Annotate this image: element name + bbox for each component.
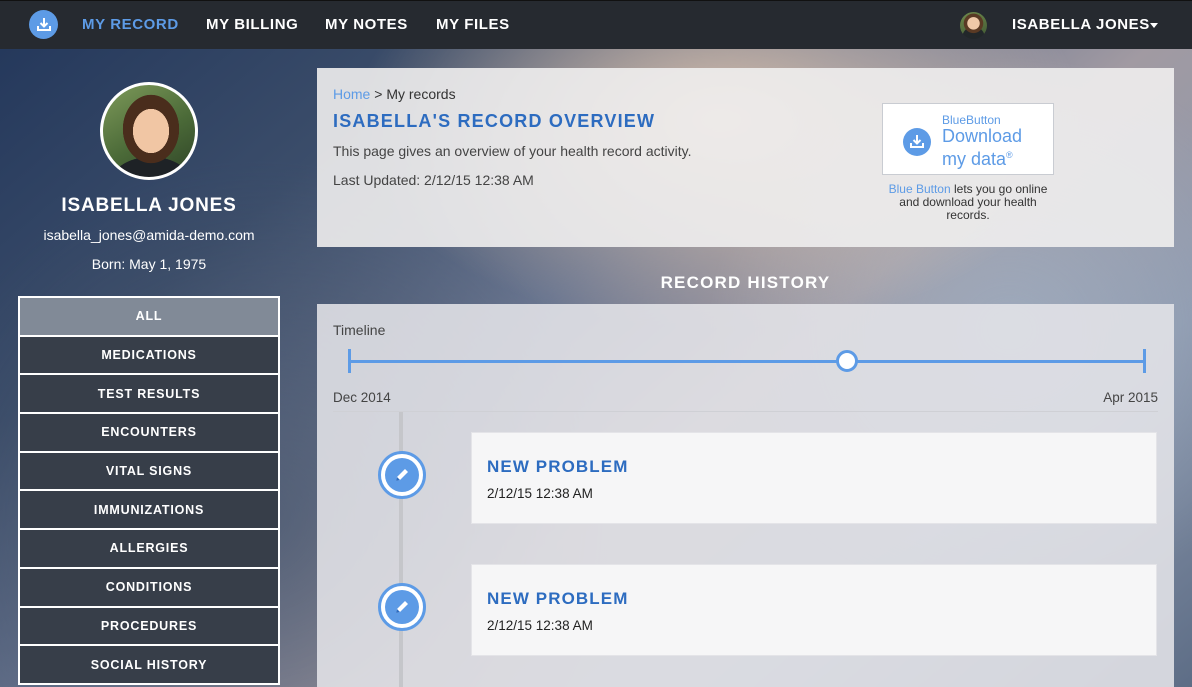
menu-item-test-results[interactable]: TEST RESULTS xyxy=(20,375,278,413)
menu-item-allergies[interactable]: ALLERGIES xyxy=(20,530,278,567)
menu-item-vital-signs[interactable]: VITAL SIGNS xyxy=(20,452,278,490)
menu-item-social-history[interactable]: SOCIAL HISTORY xyxy=(20,646,278,683)
breadcrumb-current: My records xyxy=(386,86,456,102)
profile-born-date: Born: May 1, 1975 xyxy=(91,256,207,272)
download-circle-icon[interactable] xyxy=(29,10,58,39)
user-menu-name[interactable]: ISABELLA JONES xyxy=(1012,16,1150,33)
event-date: 2/12/15 12:38 AM xyxy=(487,618,593,633)
page-description: This page gives an overview of your heal… xyxy=(333,143,692,159)
timeline-start-date: Dec 2014 xyxy=(333,390,391,405)
record-category-menu: ALL MEDICATIONS TEST RESULTS ENCOUNTERS … xyxy=(18,296,280,685)
menu-item-all[interactable]: ALL xyxy=(20,298,278,335)
event-marker xyxy=(378,583,426,631)
user-avatar[interactable] xyxy=(960,12,987,39)
timeline-label: Timeline xyxy=(333,322,386,338)
record-history-title: RECORD HISTORY xyxy=(660,273,831,292)
nav-link-my-notes[interactable]: MY NOTES xyxy=(325,16,408,33)
breadcrumb-home-link[interactable]: Home xyxy=(333,86,370,102)
last-updated-text: Last Updated: 2/12/15 12:38 AM xyxy=(333,172,534,188)
bluebutton-title-line2: my data xyxy=(942,149,1007,169)
pencil-icon xyxy=(385,590,419,624)
profile-photo xyxy=(100,82,198,180)
bluebutton-title: Download my data® xyxy=(942,127,1022,169)
record-history-panel: Timeline Dec 2014 Apr 2015 NEW PROBLEM 2… xyxy=(317,304,1174,687)
menu-item-conditions[interactable]: CONDITIONS xyxy=(20,568,278,606)
breadcrumb-separator: > xyxy=(370,86,387,102)
event-title: NEW PROBLEM xyxy=(487,589,629,608)
timeline-slider-end-cap xyxy=(1143,349,1146,373)
nav-link-my-record[interactable]: MY RECORD xyxy=(82,16,179,33)
timeline-slider-start-cap xyxy=(348,349,351,373)
menu-item-immunizations[interactable]: IMMUNIZATIONS xyxy=(20,491,278,529)
event-card[interactable]: NEW PROBLEM 2/12/15 12:38 AM xyxy=(471,432,1157,524)
bluebutton-link[interactable]: Blue Button xyxy=(889,182,951,196)
pencil-icon xyxy=(385,458,419,492)
menu-item-procedures[interactable]: PROCEDURES xyxy=(20,607,278,645)
menu-item-medications[interactable]: MEDICATIONS xyxy=(20,336,278,374)
timeline-end-date: Apr 2015 xyxy=(1103,390,1158,405)
menu-item-encounters[interactable]: ENCOUNTERS xyxy=(20,414,278,451)
breadcrumb: Home > My records xyxy=(333,86,456,102)
page-title: ISABELLA'S RECORD OVERVIEW xyxy=(333,111,656,131)
top-navbar: MY RECORD MY BILLING MY NOTES MY FILES I… xyxy=(0,0,1192,49)
divider xyxy=(333,411,1158,412)
download-circle-icon xyxy=(903,128,931,156)
nav-link-my-files[interactable]: MY FILES xyxy=(436,16,510,33)
timeline-slider-handle[interactable] xyxy=(835,350,858,372)
timeline-slider-track[interactable] xyxy=(349,360,1145,363)
event-card[interactable]: NEW PROBLEM 2/12/15 12:38 AM xyxy=(471,564,1157,656)
bluebutton-title-line1: Download xyxy=(942,126,1023,146)
profile-email: isabella_jones@amida-demo.com xyxy=(43,227,255,243)
profile-name: ISABELLA JONES xyxy=(61,195,237,216)
registered-mark: ® xyxy=(1006,150,1013,160)
nav-link-my-billing[interactable]: MY BILLING xyxy=(206,16,298,33)
event-date: 2/12/15 12:38 AM xyxy=(487,486,593,501)
event-title: NEW PROBLEM xyxy=(487,457,629,476)
bluebutton-label: BlueButton xyxy=(942,113,1001,127)
record-overview-panel: Home > My records ISABELLA'S RECORD OVER… xyxy=(317,68,1174,247)
caret-down-icon[interactable] xyxy=(1150,23,1158,28)
bluebutton-caption: Blue Button lets you go online and downl… xyxy=(882,183,1054,222)
event-marker xyxy=(378,451,426,499)
bluebutton-download-button[interactable]: BlueButton Download my data® xyxy=(882,103,1054,175)
